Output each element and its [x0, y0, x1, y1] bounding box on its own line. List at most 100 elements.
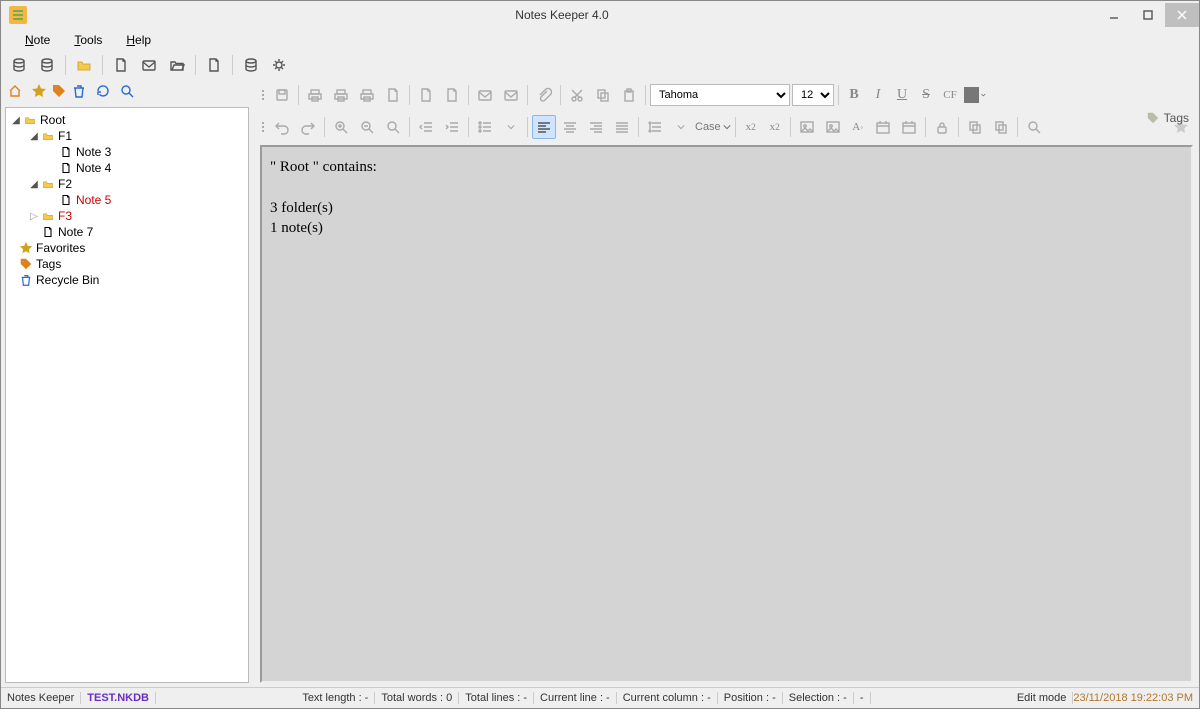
refresh-icon[interactable]	[95, 83, 111, 102]
menu-tools[interactable]: Tools	[64, 31, 112, 49]
zoom-reset-icon[interactable]	[381, 115, 405, 139]
align-justify-icon[interactable]	[610, 115, 634, 139]
insert-char-icon[interactable]: A◦	[847, 116, 869, 138]
export-rtf-icon[interactable]	[440, 83, 464, 107]
menubar: Note Tools Help	[1, 29, 1199, 51]
tree-note7[interactable]: Note 7	[6, 224, 248, 240]
status-curcol: Current column : -	[617, 692, 718, 704]
print-settings-icon[interactable]	[355, 83, 379, 107]
tree-favorites[interactable]: Favorites	[6, 240, 248, 256]
paste-note-icon[interactable]	[989, 115, 1013, 139]
minimize-button[interactable]	[1097, 3, 1131, 27]
status-curline: Current line : -	[534, 692, 617, 704]
status-datetime: 23/11/2018 19:22:03 PM	[1073, 692, 1199, 704]
db-manage-icon[interactable]	[239, 53, 263, 77]
status-lines: Total lines : -	[459, 692, 534, 704]
settings-icon[interactable]	[267, 53, 291, 77]
insert-object-icon[interactable]	[821, 115, 845, 139]
tree-tags[interactable]: Tags	[6, 256, 248, 272]
font-color-button[interactable]	[963, 83, 987, 107]
clear-format-button[interactable]: CF	[939, 84, 961, 106]
db-new-icon[interactable]	[35, 53, 59, 77]
insert-table-icon[interactable]	[897, 115, 921, 139]
bold-button[interactable]: B	[843, 84, 865, 106]
tree-root[interactable]: ◢ Root	[6, 112, 248, 128]
tree-toolbar	[1, 79, 253, 105]
case-button[interactable]: Case	[695, 121, 731, 133]
italic-button[interactable]: I	[867, 84, 889, 106]
insert-calendar-icon[interactable]	[871, 115, 895, 139]
tree-folder-f1[interactable]: ◢ F1	[6, 128, 248, 144]
font-family-select[interactable]: Tahoma	[650, 84, 790, 106]
menu-help[interactable]: Help	[116, 31, 161, 49]
paste-icon[interactable]	[617, 83, 641, 107]
new-note-icon[interactable]	[109, 53, 133, 77]
status-appname: Notes Keeper	[1, 692, 81, 704]
left-panel: ◢ Root ◢ F1 Note 3 Note 4 ◢ F	[1, 79, 254, 687]
open-file-icon[interactable]	[165, 53, 189, 77]
tree-note5[interactable]: Note 5	[6, 192, 248, 208]
maximize-button[interactable]	[1131, 3, 1165, 27]
attach-icon[interactable]	[532, 83, 556, 107]
favorites-icon[interactable]	[31, 83, 47, 102]
status-filename: TEST.NKDB	[81, 692, 156, 704]
tree-note3[interactable]: Note 3	[6, 144, 248, 160]
close-button[interactable]	[1165, 3, 1199, 27]
copy-icon[interactable]	[591, 83, 615, 107]
export-doc-icon[interactable]	[414, 83, 438, 107]
cut-icon[interactable]	[565, 83, 589, 107]
subscript-icon[interactable]: x2	[764, 116, 786, 138]
save-icon[interactable]	[270, 83, 294, 107]
titlebar: Notes Keeper 4.0	[1, 1, 1199, 29]
search-tree-icon[interactable]	[119, 83, 135, 102]
tree-note4[interactable]: Note 4	[6, 160, 248, 176]
db-open-icon[interactable]	[7, 53, 31, 77]
tree-folder-f2[interactable]: ◢ F2	[6, 176, 248, 192]
menu-note[interactable]: Note	[15, 31, 60, 49]
status-textlen: Text length : -	[296, 692, 375, 704]
print-icon[interactable]	[303, 83, 327, 107]
insert-image-icon[interactable]	[795, 115, 819, 139]
undo-icon[interactable]	[270, 115, 294, 139]
font-size-select[interactable]: 12	[792, 84, 834, 106]
folder-tree[interactable]: ◢ Root ◢ F1 Note 3 Note 4 ◢ F	[5, 107, 249, 683]
align-center-icon[interactable]	[558, 115, 582, 139]
save-note-icon[interactable]	[137, 53, 161, 77]
status-words: Total words : 0	[375, 692, 459, 704]
align-left-icon[interactable]	[532, 115, 556, 139]
bullets-icon[interactable]	[473, 115, 497, 139]
note-editor[interactable]: " Root " contains: 3 folder(s) 1 note(s)	[260, 145, 1193, 683]
bullets-down-icon[interactable]	[499, 115, 523, 139]
tree-recycle[interactable]: Recycle Bin	[6, 272, 248, 288]
zoom-out-icon[interactable]	[355, 115, 379, 139]
tags-icon[interactable]	[51, 83, 67, 102]
tags-label: Tags	[1164, 111, 1189, 125]
find-replace-icon[interactable]	[1022, 115, 1046, 139]
strike-button[interactable]: S	[915, 84, 937, 106]
redo-icon[interactable]	[296, 115, 320, 139]
tags-button[interactable]: Tags	[1146, 111, 1189, 125]
email2-icon[interactable]	[499, 83, 523, 107]
print-preview-icon[interactable]	[329, 83, 353, 107]
underline-button[interactable]: U	[891, 84, 913, 106]
copy-note-icon[interactable]	[963, 115, 987, 139]
outdent-icon[interactable]	[414, 115, 438, 139]
lock-icon[interactable]	[930, 115, 954, 139]
line-spacing-down-icon[interactable]	[669, 115, 693, 139]
tree-folder-f3[interactable]: ▷ F3	[6, 208, 248, 224]
page-setup-icon[interactable]	[381, 83, 405, 107]
superscript-icon[interactable]: x2	[740, 116, 762, 138]
email-icon[interactable]	[473, 83, 497, 107]
zoom-in-icon[interactable]	[329, 115, 353, 139]
indent-icon[interactable]	[440, 115, 464, 139]
status-pos: Position : -	[718, 692, 783, 704]
editor-note-count: 1 note(s)	[270, 218, 1183, 238]
new-folder-icon[interactable]	[72, 53, 96, 77]
home-icon[interactable]	[7, 83, 23, 102]
align-right-icon[interactable]	[584, 115, 608, 139]
line-spacing-icon[interactable]	[643, 115, 667, 139]
main-toolbar	[1, 51, 1199, 79]
editor-panel: Tahoma 12 B I U S CF	[254, 79, 1199, 687]
recycle-icon[interactable]	[71, 83, 87, 102]
delete-note-icon[interactable]	[202, 53, 226, 77]
